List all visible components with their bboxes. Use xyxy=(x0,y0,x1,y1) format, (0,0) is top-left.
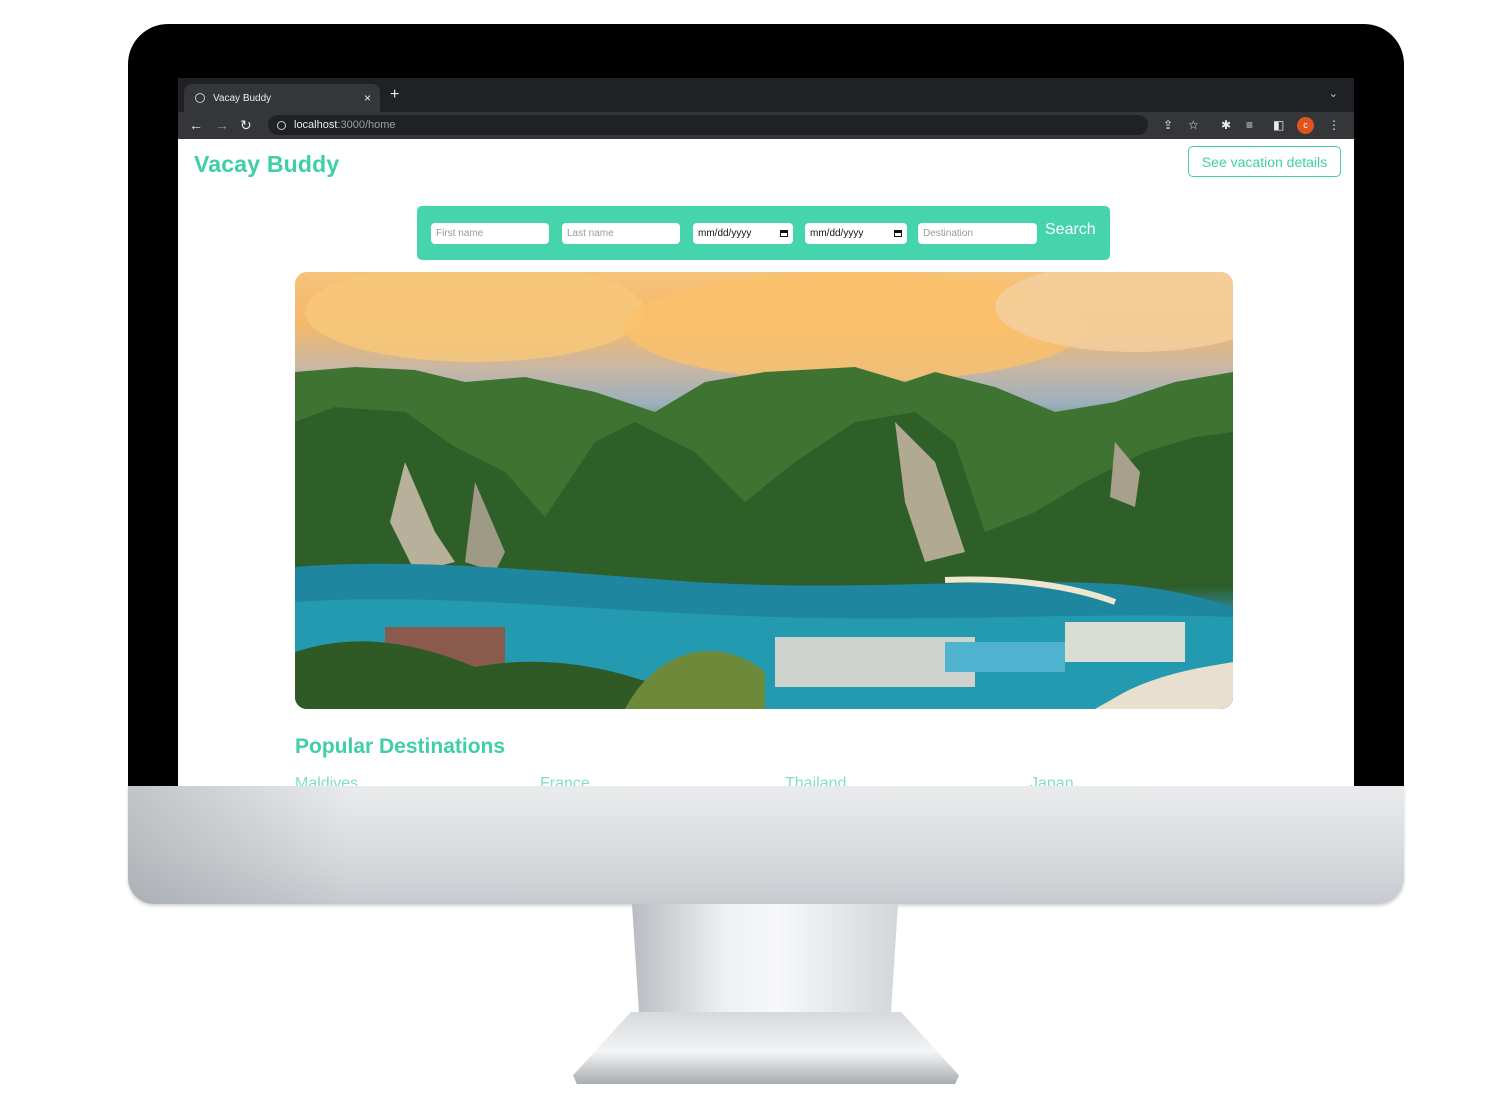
globe-icon xyxy=(195,93,205,103)
tab-title: Vacay Buddy xyxy=(213,92,272,104)
brand-logo[interactable]: Vacay Buddy xyxy=(194,151,339,178)
browser-tab[interactable]: Vacay Buddy × xyxy=(184,84,380,112)
profile-avatar[interactable]: c xyxy=(1297,117,1314,134)
search-bar: mm/dd/yyyy mm/dd/yyyy Search xyxy=(417,206,1110,260)
share-icon[interactable]: ⇪ xyxy=(1163,118,1173,132)
url-host: localhost xyxy=(294,119,338,131)
destination-item[interactable]: Thailand xyxy=(785,775,846,786)
star-icon[interactable]: ☆ xyxy=(1188,118,1199,132)
monitor-screen: Vacay Buddy × + ⌄ ← → ↻ localhost:3000/h… xyxy=(178,78,1354,786)
close-tab-icon[interactable]: × xyxy=(364,91,371,105)
monitor-stand-foot xyxy=(573,1012,959,1084)
monitor-chin xyxy=(128,786,1404,904)
forward-arrow-icon[interactable]: → xyxy=(215,117,229,133)
url-path: :3000/home xyxy=(337,119,396,131)
back-arrow-icon[interactable]: ← xyxy=(189,117,203,133)
browser-toolbar: ← → ↻ localhost:3000/home ⇪ ☆ ✱ ≡ ◧ c ⋮ xyxy=(178,112,1354,139)
destination-item[interactable]: France xyxy=(540,775,590,786)
destination-item[interactable]: Japan xyxy=(1030,775,1074,786)
see-vacation-details-button[interactable]: See vacation details xyxy=(1188,146,1341,177)
calendar-icon[interactable] xyxy=(780,230,788,237)
calendar-icon[interactable] xyxy=(894,230,902,237)
tab-search-icon[interactable]: ⌄ xyxy=(1329,87,1338,100)
destination-item[interactable]: Maldives xyxy=(295,775,358,786)
start-date-text: mm/dd/yyyy xyxy=(698,228,752,239)
first-name-input[interactable] xyxy=(431,223,549,244)
popular-destinations-heading: Popular Destinations xyxy=(295,735,506,758)
hero-image xyxy=(295,272,1233,709)
new-tab-icon[interactable]: + xyxy=(390,87,399,103)
last-name-input[interactable] xyxy=(562,223,680,244)
web-page: Vacay Buddy See vacation details mm/dd/y… xyxy=(178,139,1354,786)
start-date-input[interactable]: mm/dd/yyyy xyxy=(693,223,793,244)
end-date-text: mm/dd/yyyy xyxy=(810,228,864,239)
hero-landscape-illustration xyxy=(295,272,1233,709)
browser-tab-strip: Vacay Buddy × + ⌄ xyxy=(178,78,1354,112)
media-icon[interactable]: ≡ xyxy=(1246,118,1253,132)
destination-input[interactable] xyxy=(918,223,1037,244)
monitor-stand-neck xyxy=(632,904,898,1028)
destinations-list: Maldives France Thailand Japan xyxy=(295,775,1195,786)
reload-icon[interactable]: ↻ xyxy=(240,117,252,133)
menu-dots-icon[interactable]: ⋮ xyxy=(1328,118,1340,132)
address-bar[interactable]: localhost:3000/home xyxy=(268,115,1148,135)
extensions-icon[interactable]: ✱ xyxy=(1221,118,1231,132)
side-panel-icon[interactable]: ◧ xyxy=(1273,118,1284,132)
info-icon[interactable] xyxy=(277,120,286,130)
end-date-input[interactable]: mm/dd/yyyy xyxy=(805,223,907,244)
search-button[interactable]: Search xyxy=(1045,221,1096,239)
